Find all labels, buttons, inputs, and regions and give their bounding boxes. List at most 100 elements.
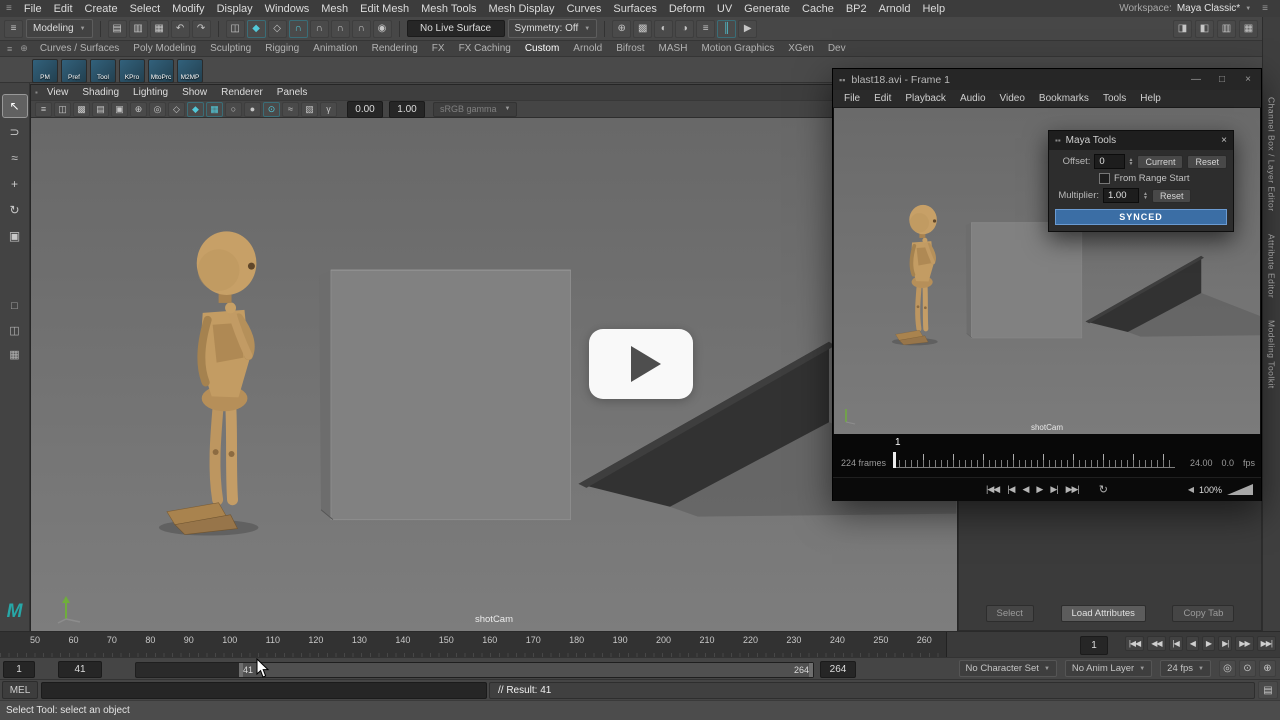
sidebar-vertical-tab[interactable]: Attribute Editor [1267, 234, 1277, 298]
sidebar-vertical-tab[interactable]: Channel Box / Layer Editor [1267, 97, 1277, 212]
file-save-icon[interactable]: ▦ [150, 20, 169, 38]
attribute-editor-button[interactable]: Copy Tab [1172, 605, 1234, 622]
paint-select-tool[interactable]: ≈ [3, 147, 27, 169]
transport-button[interactable]: ▶| [1050, 484, 1057, 495]
playback-button[interactable]: |◀◀ [1125, 636, 1144, 651]
redo-icon[interactable]: ↷ [192, 20, 211, 38]
menu-item[interactable]: Mesh Display [483, 3, 561, 15]
playblast-menu-item[interactable]: Bookmarks [1032, 93, 1096, 104]
current-time-field[interactable]: 1 [1080, 636, 1108, 655]
workspace-selector[interactable]: Workspace: Maya Classic* ▼ ≡ [1119, 3, 1280, 14]
minimize-button[interactable]: — [1183, 69, 1209, 90]
range-slider-bar[interactable]: 41 264 [239, 663, 813, 677]
workspace-grid-icon[interactable]: ▦ [1239, 20, 1258, 38]
cube-front-face[interactable] [331, 270, 571, 520]
offset-field[interactable]: 0 [1094, 154, 1124, 169]
pane-grip-icon[interactable]: ≡ [35, 102, 52, 117]
offset-stepper[interactable]: ▲▼ [1129, 158, 1134, 166]
file-new-icon[interactable]: ▤ [108, 20, 127, 38]
menu-item[interactable]: Create [79, 3, 124, 15]
app-menu-icon[interactable]: ≡ [0, 3, 18, 14]
make-live-icon[interactable]: ◉ [373, 20, 392, 38]
volume-slider[interactable] [1227, 484, 1253, 495]
range-slider-track[interactable]: 41 264 [135, 662, 814, 678]
playblast-menu-item[interactable]: Help [1133, 93, 1168, 104]
animation-preferences-icon[interactable]: ⊕ [1259, 660, 1276, 677]
layout-two-pane[interactable]: ◫ [3, 321, 27, 339]
ambient-occlusion-icon[interactable]: ⊙ [263, 102, 280, 117]
shelf-tab[interactable]: Arnold [566, 43, 609, 54]
render-settings-icon[interactable]: ≡ [696, 20, 715, 38]
transport-button[interactable]: ▶▶| [1066, 484, 1079, 495]
viewport-menu-item[interactable]: Lighting [126, 87, 175, 98]
shelf-menu-icon[interactable]: ≡ [4, 44, 15, 54]
animation-start-field[interactable]: 1 [3, 661, 35, 678]
reset-offset-button[interactable]: Reset [1187, 155, 1227, 169]
command-result[interactable]: // Result: 41 [489, 682, 1255, 699]
playback-button[interactable]: |◀ [1169, 636, 1183, 651]
playback-button[interactable]: ◀ [1186, 636, 1199, 651]
menu-item[interactable]: Edit Mesh [354, 3, 415, 15]
shelf-button[interactable]: MtoPrc [148, 59, 174, 83]
viewport-menu-item[interactable]: Show [175, 87, 214, 98]
snap-to-grid-icon[interactable]: ∩ [289, 20, 308, 38]
transport-button[interactable]: ◀ [1022, 484, 1028, 495]
time-slider-track[interactable]: 5060708090100110120130140150160170180190… [0, 632, 947, 658]
shelf-tab[interactable]: Bifrost [609, 43, 651, 54]
shelf-tab[interactable]: Motion Graphics [694, 43, 781, 54]
viewport-menu-item[interactable]: Shading [75, 87, 126, 98]
select-by-component-icon[interactable]: ◇ [268, 20, 287, 38]
sidebar-tool-settings-icon[interactable]: ◧ [1195, 20, 1214, 38]
attribute-editor-button[interactable]: Select [986, 605, 1034, 622]
layout-single-pane[interactable]: □ [3, 297, 27, 315]
viewport-menu-item[interactable]: View [40, 87, 76, 98]
transport-button[interactable]: ▶ [1036, 484, 1042, 495]
menu-item[interactable]: Mesh [315, 3, 354, 15]
menu-item[interactable]: BP2 [840, 3, 873, 15]
exposure-field[interactable]: 0.00 [347, 101, 383, 118]
shelf-tab[interactable]: Poly Modeling [126, 43, 203, 54]
sidebar-attribute-editor-icon[interactable]: ◨ [1173, 20, 1192, 38]
toolbar-grip-icon[interactable]: ≡ [4, 20, 23, 38]
gamma-icon[interactable]: γ [320, 102, 337, 117]
scale-tool[interactable]: ▣ [3, 225, 27, 247]
paused-viewport-icon[interactable]: ║ [717, 20, 736, 38]
image-plane-icon[interactable]: ▣ [111, 102, 128, 117]
menu-item[interactable]: Deform [663, 3, 711, 15]
shelf-tab[interactable]: MASH [652, 43, 695, 54]
synced-button[interactable]: SYNCED [1055, 209, 1227, 225]
menu-item[interactable]: Arnold [873, 3, 917, 15]
menu-item[interactable]: Generate [738, 3, 796, 15]
menu-item[interactable]: File [18, 3, 48, 15]
shelf-tab[interactable]: Animation [306, 43, 364, 54]
shelf-tab[interactable]: FX [425, 43, 452, 54]
playblast-menu-item[interactable]: Playback [898, 93, 953, 104]
auto-key-icon[interactable]: ⊙ [1239, 660, 1256, 677]
multiplier-stepper[interactable]: ▲▼ [1143, 192, 1148, 200]
oversample-icon[interactable]: ◎ [149, 102, 166, 117]
shelf-tab[interactable]: Dev [821, 43, 853, 54]
shelf-tab[interactable]: Curves / Surfaces [33, 43, 126, 54]
anim-layer-dropdown[interactable]: No Anim Layer ▼ [1065, 660, 1152, 677]
menu-item[interactable]: Modify [166, 3, 210, 15]
snap-to-plane-icon[interactable]: ∩ [352, 20, 371, 38]
speaker-icon[interactable]: ◀ [1188, 485, 1194, 494]
textured-icon[interactable]: ▦ [206, 102, 223, 117]
symmetry-dropdown[interactable]: Symmetry: Off ▼ [508, 19, 598, 38]
shaded-icon[interactable]: ◆ [187, 102, 204, 117]
menu-item[interactable]: Display [211, 3, 259, 15]
loop-toggle-icon[interactable]: ↻ [1099, 483, 1108, 496]
sidebar-vertical-tab[interactable]: Modeling Toolkit [1267, 320, 1277, 389]
menu-item[interactable]: Curves [561, 3, 608, 15]
viewport-menu-item[interactable]: Renderer [214, 87, 270, 98]
gamma-field[interactable]: 1.00 [389, 101, 425, 118]
construction-history-icon[interactable]: ⊕ [612, 20, 631, 38]
playblast-menu-item[interactable]: Tools [1096, 93, 1133, 104]
layout-four-pane[interactable]: ▦ [3, 345, 27, 363]
camera-attributes-icon[interactable]: ▩ [73, 102, 90, 117]
shelf-button[interactable]: PM [32, 59, 58, 83]
select-tool[interactable]: ↖ [3, 95, 27, 117]
playback-button[interactable]: ▶| [1218, 636, 1232, 651]
maximize-button[interactable]: □ [1209, 69, 1235, 90]
shelf-tab[interactable]: Rendering [365, 43, 425, 54]
